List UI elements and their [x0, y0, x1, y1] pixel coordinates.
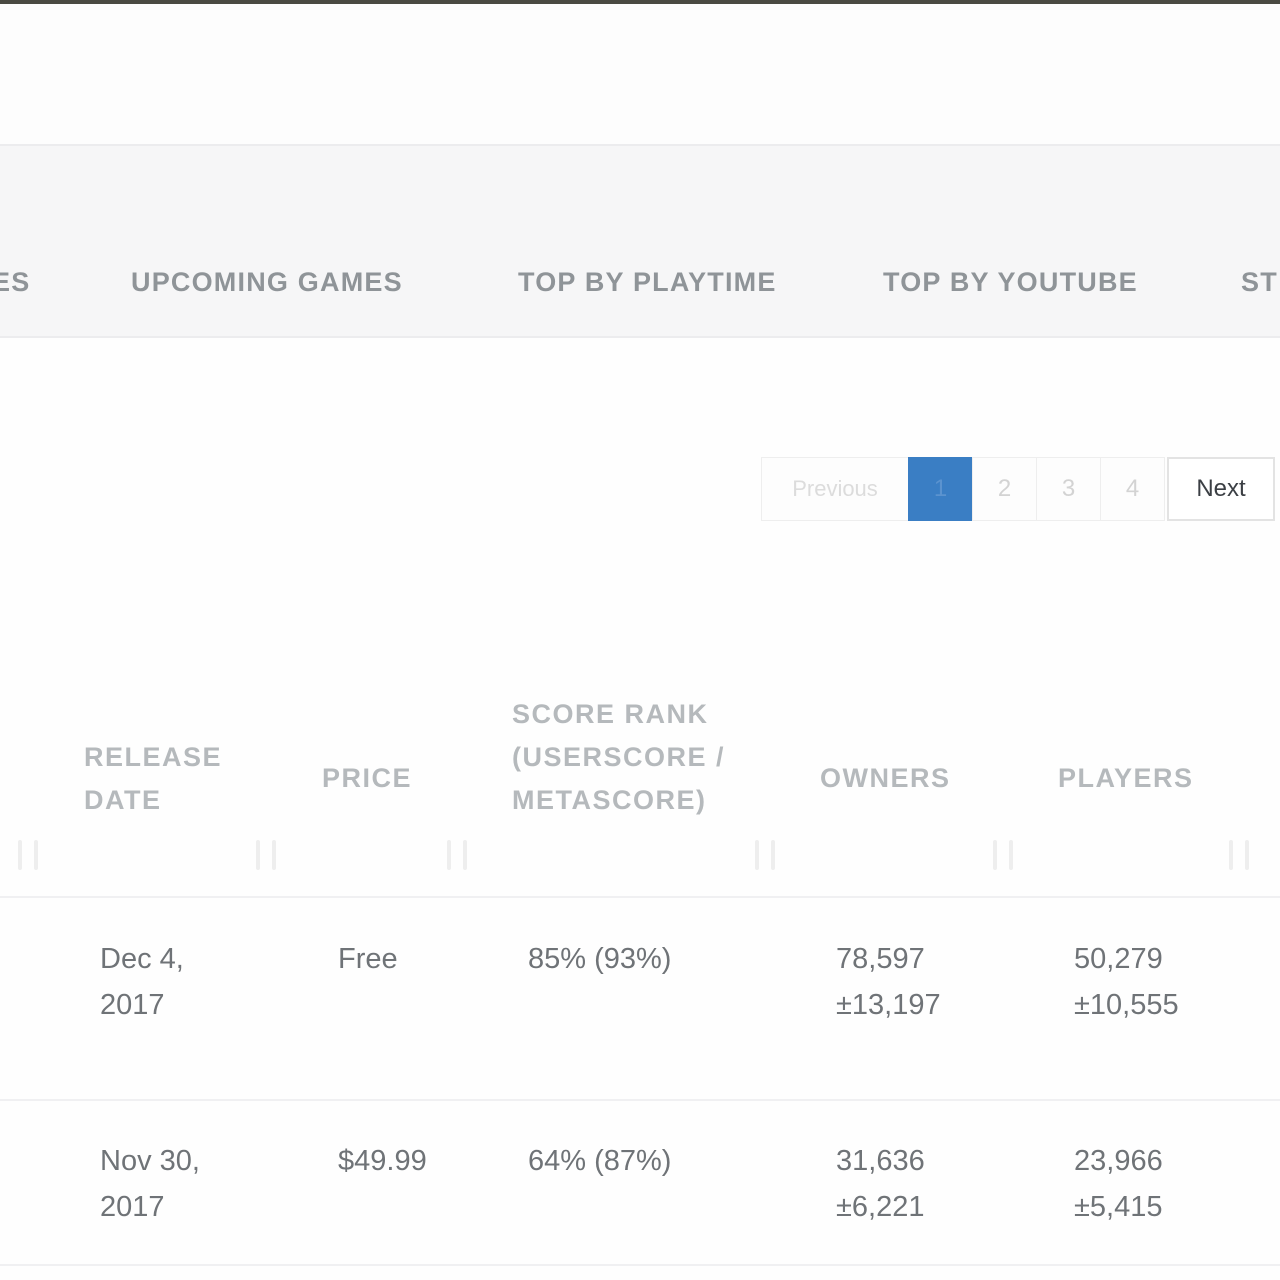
release-date-line: Dec 4,: [100, 943, 184, 975]
release-date-cell: Nov 30, 2017: [100, 1138, 200, 1230]
sort-icon[interactable]: [256, 840, 276, 872]
players-value: 23,966: [1074, 1145, 1163, 1177]
players-error: ±10,555: [1074, 989, 1179, 1021]
price-cell: $49.99: [338, 1145, 427, 1177]
page-button-4[interactable]: 4: [1100, 457, 1165, 521]
release-date-year: 2017: [100, 1191, 165, 1223]
owners-value: 31,636: [836, 1145, 925, 1177]
column-header-owners[interactable]: OWNERS: [820, 757, 951, 800]
owners-error: ±6,221: [836, 1191, 925, 1223]
column-header-release-date[interactable]: RELEASE DATE: [84, 736, 254, 822]
nav-item-partial-right[interactable]: ST: [1241, 264, 1278, 300]
column-header-score-rank[interactable]: SCORE RANK (USERSCORE / METASCORE): [512, 693, 742, 822]
owners-value: 78,597: [836, 943, 925, 975]
nav-item-upcoming-games[interactable]: UPCOMING GAMES: [131, 264, 403, 300]
row-divider: [0, 1099, 1280, 1101]
release-date-year: 2017: [100, 989, 165, 1021]
page-button-3[interactable]: 3: [1036, 457, 1101, 521]
score-cell: 85% (93%): [528, 943, 672, 975]
next-page-button[interactable]: Next: [1167, 457, 1275, 521]
players-error: ±5,415: [1074, 1191, 1163, 1223]
sort-icon[interactable]: [1229, 840, 1249, 872]
column-header-price[interactable]: PRICE: [322, 757, 412, 800]
previous-page-button[interactable]: Previous: [761, 457, 909, 521]
nav-item-top-by-playtime[interactable]: TOP BY PLAYTIME: [518, 264, 777, 300]
score-cell: 64% (87%): [528, 1145, 672, 1177]
nav-bar: ES UPCOMING GAMES TOP BY PLAYTIME TOP BY…: [0, 144, 1280, 338]
pagination: Previous 1 2 3 4 Next: [761, 457, 1275, 521]
players-cell: 50,279 ±10,555: [1074, 936, 1179, 1028]
sort-icon[interactable]: [18, 840, 38, 872]
row-divider: [0, 896, 1280, 898]
release-date-line: Nov 30,: [100, 1145, 200, 1177]
header-area: [0, 4, 1280, 144]
sort-icon[interactable]: [755, 840, 775, 872]
price-cell: Free: [338, 943, 398, 975]
page: ES UPCOMING GAMES TOP BY PLAYTIME TOP BY…: [0, 0, 1280, 1280]
page-button-2[interactable]: 2: [972, 457, 1037, 521]
release-date-cell: Dec 4, 2017: [100, 936, 184, 1028]
row-divider: [0, 1264, 1280, 1266]
players-value: 50,279: [1074, 943, 1163, 975]
owners-error: ±13,197: [836, 989, 941, 1021]
nav-item-partial-left[interactable]: ES: [0, 264, 30, 300]
sort-icon[interactable]: [447, 840, 467, 872]
owners-cell: 31,636 ±6,221: [836, 1138, 925, 1230]
page-button-1[interactable]: 1: [908, 457, 973, 521]
column-header-players[interactable]: PLAYERS: [1058, 757, 1194, 800]
owners-cell: 78,597 ±13,197: [836, 936, 941, 1028]
players-cell: 23,966 ±5,415: [1074, 1138, 1163, 1230]
nav-item-top-by-youtube[interactable]: TOP BY YOUTUBE: [883, 264, 1138, 300]
sort-icon[interactable]: [993, 840, 1013, 872]
